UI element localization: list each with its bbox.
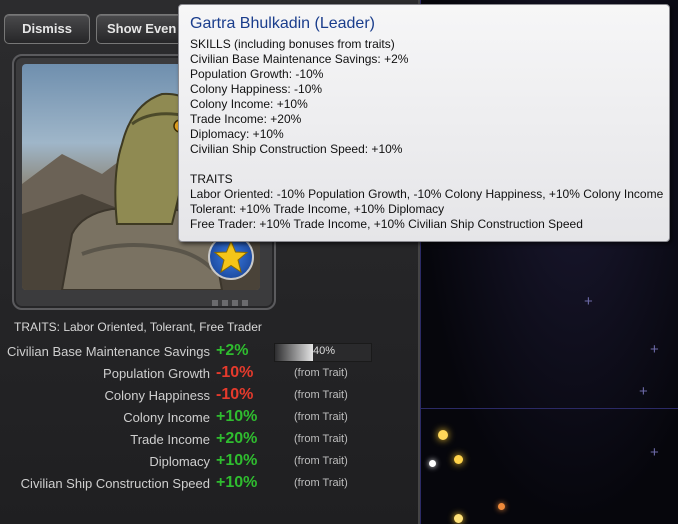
star-system-icon[interactable]	[498, 503, 505, 510]
tooltip-skill-line: Population Growth: -10%	[190, 67, 324, 81]
map-marker-icon: +	[650, 341, 659, 358]
stat-value: +10%	[216, 474, 258, 491]
star-system-icon[interactable]	[429, 460, 436, 467]
stat-row: Diplomacy +10% (from Trait)	[0, 452, 418, 472]
stat-label: Trade Income	[130, 432, 210, 447]
stat-source-note: (from Trait)	[294, 433, 348, 445]
star-icon	[213, 239, 249, 274]
stat-row: Population Growth -10% (from Trait)	[0, 364, 418, 384]
stat-label: Civilian Ship Construction Speed	[20, 476, 210, 491]
stat-row: Civilian Base Maintenance Savings +2%	[0, 342, 418, 362]
stat-value: -10%	[216, 386, 254, 403]
portrait-pager	[212, 300, 248, 306]
tooltip-trait-line: Tolerant: +10% Trade Income, +10% Diplom…	[190, 202, 445, 216]
stat-value: +20%	[216, 430, 258, 447]
map-grid-line-h	[420, 408, 678, 409]
stat-source-note: (from Trait)	[294, 367, 348, 379]
stat-source-note: (from Trait)	[294, 411, 348, 423]
map-marker-icon: +	[639, 383, 648, 400]
tooltip-trait-line: Free Trader: +10% Trade Income, +10% Civ…	[190, 217, 583, 231]
traits-summary: TRAITS: Labor Oriented, Tolerant, Free T…	[14, 320, 262, 334]
stat-source-note: (from Trait)	[294, 389, 348, 401]
stat-label: Population Growth	[103, 366, 210, 381]
stat-value: +10%	[216, 452, 258, 469]
stat-row: Civilian Ship Construction Speed +10% (fro…	[0, 474, 418, 494]
leader-tooltip: Gartra Bhulkadin (Leader) SKILLS (includ…	[178, 4, 670, 242]
stat-row: Colony Happiness -10% (from Trait)	[0, 386, 418, 406]
stat-source-note: (from Trait)	[294, 455, 348, 467]
stat-label: Colony Income	[123, 410, 210, 425]
tooltip-skill-line: Colony Income: +10%	[190, 97, 308, 111]
stat-row: Trade Income +20% (from Trait)	[0, 430, 418, 450]
tooltip-skill-line: Colony Happiness: -10%	[190, 82, 323, 96]
star-system-icon[interactable]	[438, 430, 448, 440]
tooltip-skills-header: SKILLS (including bonuses from traits)	[190, 37, 395, 51]
star-system-icon[interactable]	[454, 514, 463, 523]
tooltip-skill-line: Trade Income: +20%	[190, 112, 302, 126]
dismiss-button[interactable]: Dismiss	[4, 14, 90, 44]
stat-value: +2%	[216, 342, 249, 359]
stat-row: Colony Income +10% (from Trait)	[0, 408, 418, 428]
stat-label: Civilian Base Maintenance Savings	[6, 344, 210, 359]
tooltip-title: Gartra Bhulkadin (Leader)	[190, 15, 375, 32]
stat-value: +10%	[216, 408, 258, 425]
tooltip-skill-line: Civilian Ship Construction Speed: +10%	[190, 142, 403, 156]
stat-value: -10%	[216, 364, 254, 381]
tooltip-traits-header: TRAITS	[190, 172, 233, 186]
tooltip-skill-line: Civilian Base Maintenance Savings: +2%	[190, 52, 409, 66]
tooltip-skill-line: Diplomacy: +10%	[190, 127, 284, 141]
map-marker-icon: +	[584, 293, 593, 310]
map-marker-icon: +	[650, 444, 659, 461]
star-system-icon[interactable]	[454, 455, 463, 464]
stat-source-note: (from Trait)	[294, 477, 348, 489]
tooltip-trait-line: Labor Oriented: -10% Population Growth, …	[190, 187, 664, 201]
stat-label: Colony Happiness	[104, 388, 210, 403]
stat-label: Diplomacy	[149, 454, 210, 469]
